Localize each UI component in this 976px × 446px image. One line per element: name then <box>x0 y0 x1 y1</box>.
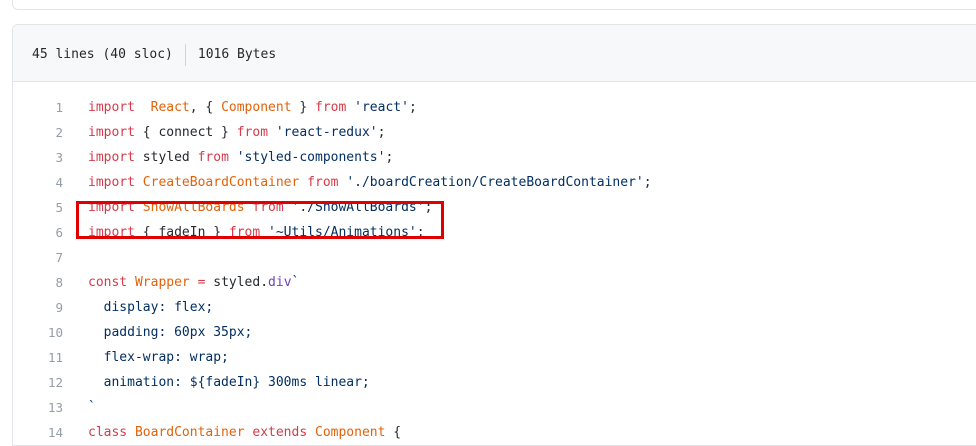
code-token: from <box>315 100 347 115</box>
line-source: animation: ${fadeIn} 300ms linear; <box>63 370 370 395</box>
code-token: div <box>268 275 292 290</box>
line-number[interactable]: 2 <box>13 120 63 145</box>
code-token: import <box>88 100 135 115</box>
file-size: 1016 Bytes <box>197 47 277 62</box>
line-source: class BoardContainer extends Component { <box>63 420 401 445</box>
code-token: from <box>236 125 269 140</box>
line-number[interactable]: 5 <box>13 195 63 220</box>
line-source: import { connect } from 'react-redux'; <box>63 120 385 145</box>
code-token: { connect } <box>134 125 237 140</box>
code-token: styled. <box>205 275 269 290</box>
code-line: 9 display: flex; <box>13 295 976 320</box>
code-line: 13 ` <box>13 395 976 420</box>
line-number[interactable]: 9 <box>13 295 63 320</box>
file-header: 45 lines (40 sloc) 1016 Bytes <box>13 25 976 82</box>
line-number[interactable]: 4 <box>13 170 63 195</box>
code-token: React <box>150 100 190 115</box>
code-token: animation: ${fadeIn} 300ms linear; <box>88 375 370 390</box>
code-token: 'react-redux' <box>275 125 378 140</box>
line-number[interactable]: 14 <box>13 420 63 445</box>
code-line: 12 animation: ${fadeIn} 300ms linear; <box>13 370 976 395</box>
code-token: flex-wrap: wrap; <box>88 350 229 365</box>
line-source: ` <box>63 395 96 420</box>
code-token: 'styled-components' <box>236 150 386 165</box>
code-token: styled <box>134 150 198 165</box>
code-token: from <box>197 150 229 165</box>
code-token: import <box>88 150 135 165</box>
code-token: Component <box>315 425 386 440</box>
line-source: const Wrapper = styled.div` <box>63 270 299 295</box>
line-number[interactable]: 7 <box>13 245 63 270</box>
code-token: import <box>88 175 135 190</box>
line-source: import CreateBoardContainer from './boar… <box>63 170 652 195</box>
code-token: CreateBoardContainer <box>142 175 300 190</box>
highlight-box <box>76 201 444 239</box>
line-count: 45 lines (40 sloc) <box>32 47 173 62</box>
code-token: Component <box>221 100 292 115</box>
line-source: display: flex; <box>63 295 214 320</box>
code-token: padding: 60px 35px; <box>88 325 253 340</box>
code-line: 1 import React, { Component } from 'react… <box>13 95 976 120</box>
line-number[interactable]: 11 <box>13 345 63 370</box>
code-token: } <box>291 100 316 115</box>
line-source: import styled from 'styled-components'; <box>63 145 393 170</box>
code-token: ; <box>643 175 652 190</box>
code-token: BoardContainer <box>134 425 245 440</box>
code-token: import <box>88 125 135 140</box>
line-source: flex-wrap: wrap; <box>63 345 229 370</box>
code-line: 10 padding: 60px 35px; <box>13 320 976 345</box>
code-token: './boardCreation/CreateBoardContainer' <box>346 175 644 190</box>
code-line: 4 import CreateBoardContainer from './boa… <box>13 170 976 195</box>
line-number[interactable]: 8 <box>13 270 63 295</box>
code-token: Wrapper <box>134 275 190 290</box>
code-token: { <box>385 425 402 440</box>
code-line: 7 <box>13 245 976 270</box>
line-number[interactable]: 10 <box>13 320 63 345</box>
code-token: ; <box>408 100 417 115</box>
code-token: 'react' <box>354 100 409 115</box>
code-token: class <box>88 425 128 440</box>
code-token: , { <box>189 100 222 115</box>
file-info: 45 lines (40 sloc) 1016 Bytes <box>32 44 276 66</box>
line-number[interactable]: 3 <box>13 145 63 170</box>
code-token: display: flex; <box>88 300 214 315</box>
code-token: ; <box>377 125 386 140</box>
code-line: 11 flex-wrap: wrap; <box>13 345 976 370</box>
code-token: ` <box>291 275 300 290</box>
code-line: 2 import { connect } from 'react-redux'; <box>13 120 976 145</box>
line-number[interactable]: 1 <box>13 95 63 120</box>
line-number[interactable]: 13 <box>13 395 63 420</box>
line-source: import React, { Component } from 'react'… <box>63 95 417 120</box>
line-number[interactable]: 6 <box>13 220 63 245</box>
code-token: from <box>307 175 339 190</box>
code-token: ` <box>88 400 96 415</box>
code-token: const <box>88 275 128 290</box>
previous-card <box>12 0 976 10</box>
header-divider <box>184 44 186 66</box>
code-line: 8 const Wrapper = styled.div` <box>13 270 976 295</box>
code-token: ; <box>385 150 394 165</box>
code-view: 1 import React, { Component } from 'react… <box>13 95 976 445</box>
code-token: extends <box>252 425 308 440</box>
line-number[interactable]: 12 <box>13 370 63 395</box>
code-line: 3 import styled from 'styled-components'; <box>13 145 976 170</box>
line-source <box>63 245 88 270</box>
line-source: padding: 60px 35px; <box>63 320 253 345</box>
code-line: 14 class BoardContainer extends Component… <box>13 420 976 445</box>
